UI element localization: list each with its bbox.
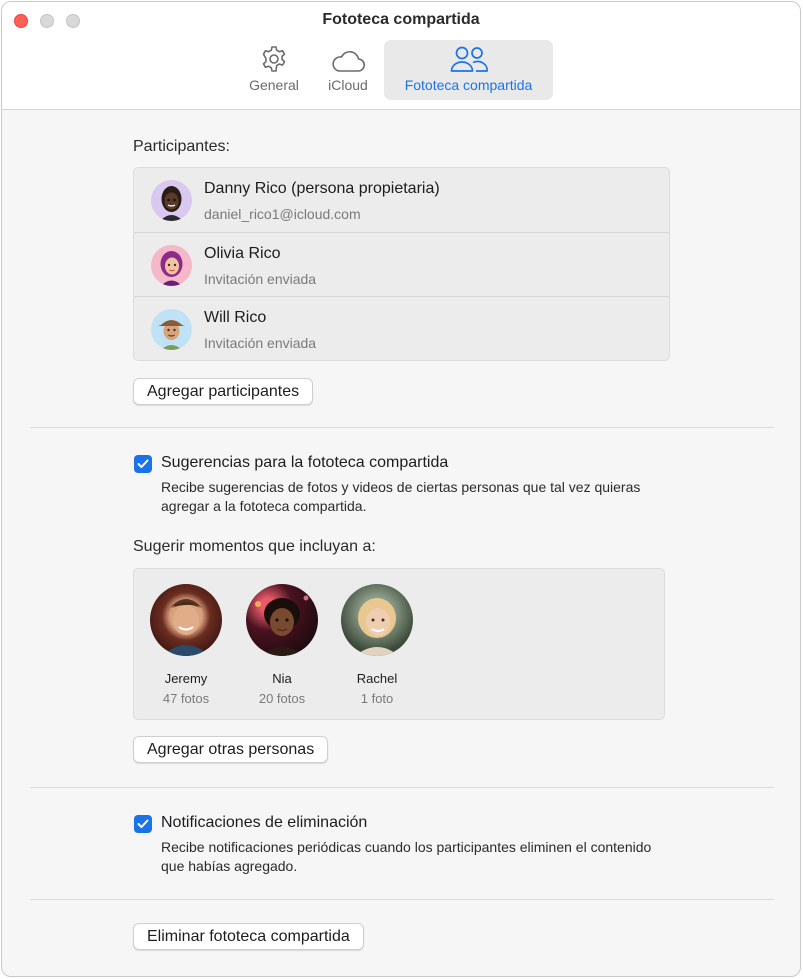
participants-list: Danny Rico (persona propietaria) daniel_… — [133, 167, 670, 361]
tab-general-label: General — [249, 77, 299, 93]
person-photo — [150, 584, 222, 656]
moments-heading: Sugerir momentos que incluyan a: — [133, 538, 376, 555]
person-rachel[interactable]: Rachel 1 foto — [337, 584, 417, 706]
deletion-notifications-description: Recibe notificaciones periódicas cuando … — [161, 839, 652, 874]
add-other-people-button[interactable]: Agregar otras personas — [133, 736, 329, 763]
avatar — [151, 180, 192, 221]
tab-general[interactable]: General — [241, 40, 307, 100]
checkmark-icon — [137, 459, 149, 468]
list-item[interactable]: Danny Rico (persona propietaria) daniel_… — [134, 168, 669, 232]
participant-name: Will Rico — [204, 309, 267, 326]
person-name: Jeremy — [164, 671, 208, 686]
participant-name: Danny Rico (persona propietaria) — [204, 180, 440, 197]
participants-heading: Participantes: — [133, 138, 230, 155]
avatar — [151, 245, 192, 286]
participant-detail: daniel_rico1@icloud.com — [204, 206, 361, 222]
checkmark-icon — [137, 819, 149, 828]
deletion-notifications-label[interactable]: Notificaciones de eliminación — [161, 814, 367, 832]
divider — [30, 427, 774, 428]
divider — [30, 787, 774, 788]
gear-icon — [259, 40, 289, 74]
deletion-notifications-checkbox[interactable] — [134, 815, 152, 833]
people-icon — [449, 40, 489, 74]
person-nia[interactable]: Nia 20 fotos — [242, 584, 322, 706]
person-photo-count: 1 foto — [360, 691, 394, 706]
avatar — [151, 309, 192, 350]
person-name: Nia — [272, 671, 292, 686]
person-photo — [341, 584, 413, 656]
cloud-icon — [330, 40, 366, 74]
divider — [30, 899, 774, 900]
window-title: Fototeca compartida — [322, 11, 480, 28]
person-name: Rachel — [356, 671, 398, 686]
suggestions-description: Recibe sugerencias de fotos y videos de … — [161, 479, 641, 514]
add-participants-button[interactable]: Agregar participantes — [133, 378, 314, 405]
delete-shared-library-button[interactable]: Eliminar fototeca compartida — [133, 923, 364, 950]
suggestions-checkbox[interactable] — [134, 455, 152, 473]
participant-name: Olivia Rico — [204, 245, 281, 262]
settings-window: Fototeca compartida General iCloud Fotot… — [1, 1, 801, 977]
suggested-people: Jeremy 47 fotos Nia 20 fotos Rachel 1 fo… — [133, 568, 665, 720]
tab-shared-library-label: Fototeca compartida — [404, 77, 533, 93]
list-item[interactable]: Will Rico Invitación enviada — [134, 296, 669, 360]
person-photo-count: 20 fotos — [258, 691, 306, 706]
participant-detail: Invitación enviada — [204, 335, 317, 351]
person-jeremy[interactable]: Jeremy 47 fotos — [146, 584, 226, 706]
participant-detail: Invitación enviada — [204, 271, 317, 287]
toolbar: Fototeca compartida General iCloud Fotot… — [2, 2, 800, 110]
person-photo-count: 47 fotos — [162, 691, 210, 706]
suggestions-label[interactable]: Sugerencias para la fototeca compartida — [161, 454, 448, 472]
tab-icloud[interactable]: iCloud — [319, 40, 377, 100]
tab-shared-library[interactable]: Fototeca compartida — [384, 40, 553, 100]
person-photo — [246, 584, 318, 656]
list-item[interactable]: Olivia Rico Invitación enviada — [134, 232, 669, 296]
tab-icloud-label: iCloud — [328, 77, 368, 93]
